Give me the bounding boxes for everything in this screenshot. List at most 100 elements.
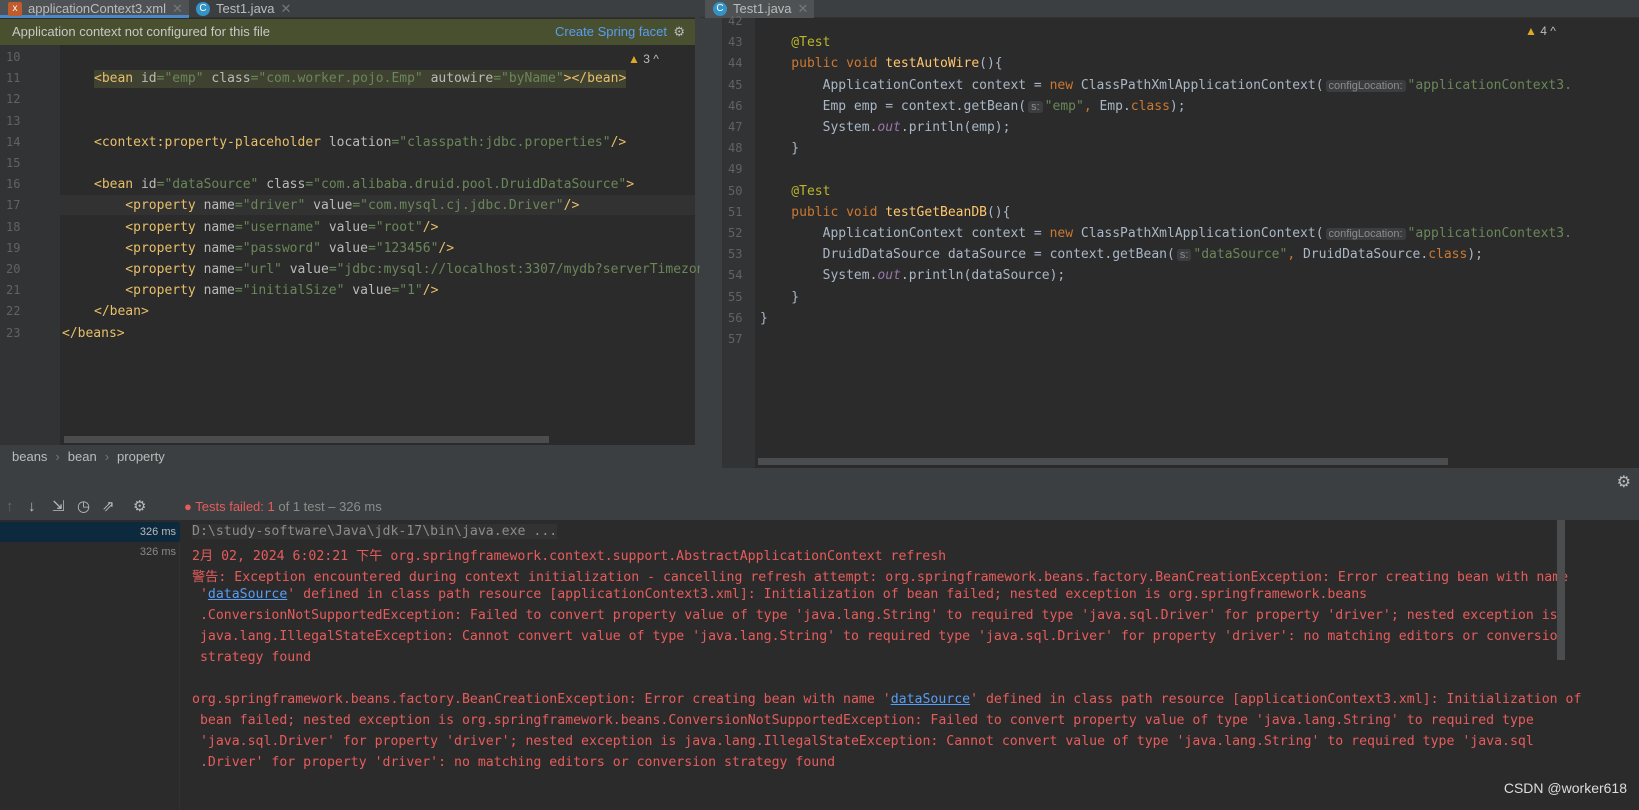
code-token: />: [422, 283, 439, 299]
code-token: Emp.: [1099, 98, 1131, 114]
code-token: .println(dataSource);: [900, 268, 1066, 284]
console-text: 警告: Exception encountered during context…: [192, 570, 1569, 585]
warnings-indicator[interactable]: ▲ 3 ^: [628, 52, 659, 66]
code-token: class: [266, 177, 306, 193]
code-token: >: [626, 177, 635, 193]
code-line: public void testAutoWire(){: [760, 55, 1002, 73]
code-token: <context:property-placeholder: [94, 134, 329, 150]
code-line: DruidDataSource dataSource = context.get…: [760, 246, 1483, 264]
watermark: CSDN @worker618: [1503, 780, 1627, 796]
left-editor[interactable]: 10 11 <bean id="emp" class="com.worker.poj…: [0, 45, 712, 445]
test-tree-row[interactable]: 326 ms: [0, 542, 180, 562]
code-token: "applicationContext3.: [1407, 77, 1572, 93]
parameter-hint: s:: [1176, 249, 1192, 262]
code-token: ="classpath:jdbc.properties": [391, 134, 611, 150]
code-token: "emp": [1044, 98, 1084, 114]
gear-icon[interactable]: ⚙: [673, 19, 685, 45]
code-token: </bean>: [94, 304, 149, 320]
export-icon[interactable]: ⇗: [102, 494, 115, 520]
code-token: autowire: [430, 71, 494, 87]
code-token: DruidDataSource dataSource = context.get…: [760, 247, 1175, 263]
code-token: <bean: [94, 177, 141, 193]
datasource-link[interactable]: dataSource: [891, 692, 970, 707]
console-text: D:\study-software\Java\jdk-17\bin\java.e…: [192, 524, 558, 539]
tab-test1-java[interactable]: C Test1.java ✕: [188, 0, 297, 18]
code-token: System.: [760, 120, 878, 135]
history-icon[interactable]: ◷: [77, 494, 90, 520]
code-token: ></bean>: [563, 71, 627, 87]
code-token: <property: [94, 283, 204, 299]
code-token: .println(emp);: [900, 120, 1011, 135]
xml-file-icon: x: [8, 2, 22, 16]
arrow-down-icon[interactable]: ↓: [28, 494, 36, 520]
line-number: 53: [728, 247, 743, 262]
code-token: class: [1428, 247, 1468, 263]
code-token: id: [140, 71, 157, 87]
console-text: java.lang.IllegalStateException: Cannot …: [192, 629, 1566, 644]
breadcrumb-property[interactable]: property: [117, 449, 165, 464]
code-token: }: [760, 141, 800, 157]
code-token: ClassPathXmlApplicationContext(: [1080, 226, 1324, 241]
console-text: ': [192, 587, 208, 602]
close-icon[interactable]: ✕: [172, 1, 183, 16]
code-line: }: [760, 310, 768, 328]
settings-icon[interactable]: ⚙: [133, 494, 146, 520]
code-token: System.: [760, 268, 878, 284]
line-number: 16: [6, 177, 21, 192]
gear-icon[interactable]: ⚙: [1617, 472, 1631, 492]
code-line: }: [760, 140, 799, 158]
code-token: testAutoWire: [885, 56, 980, 72]
code-token: <property: [94, 219, 204, 235]
right-editor[interactable]: 42 43 @Test 44 public void testAutoWire(){…: [700, 14, 1639, 458]
horizontal-scrollbar[interactable]: [64, 436, 549, 443]
code-token: new: [1049, 77, 1081, 93]
close-icon[interactable]: ✕: [798, 1, 809, 16]
console-output[interactable]: D:\study-software\Java\jdk-17\bin\java.e…: [180, 520, 1581, 810]
code-token: name: [203, 240, 235, 256]
code-token: "applicationContext3.: [1407, 226, 1572, 241]
datasource-link[interactable]: dataSource: [208, 587, 287, 602]
code-line: <property name="password" value="123456"…: [94, 240, 454, 258]
horizontal-scrollbar[interactable]: [758, 458, 1448, 465]
code-line: ApplicationContext context = new ClassPa…: [760, 77, 1572, 95]
line-number: 52: [728, 226, 743, 240]
code-token: />: [422, 219, 439, 235]
code-token: ,: [1287, 247, 1303, 263]
test-status: ● Tests failed: 1 of 1 test – 326 ms: [184, 499, 382, 514]
line-number: 56: [728, 310, 743, 325]
tab-bar: x applicationContext3.xml ✕ C Test1.java ✕ C…: [0, 0, 1639, 18]
code-token: ="username": [234, 219, 329, 235]
arrow-up-icon[interactable]: ↑: [6, 494, 14, 520]
code-token: @Test: [760, 35, 831, 51]
code-token: name: [203, 283, 235, 299]
collapse-icon[interactable]: ⇲: [52, 494, 65, 520]
line-number: 46: [728, 98, 743, 113]
code-token: name: [203, 198, 235, 214]
code-line: Emp emp = context.getBean(s: "emp", Emp.c…: [760, 98, 1186, 116]
test-tree-row[interactable]: 326 ms: [0, 522, 180, 542]
parameter-hint: configLocation:: [1325, 228, 1406, 240]
code-token: />: [563, 198, 580, 214]
code-token: ="dataSource": [156, 177, 267, 193]
code-token: ="initialSize": [234, 283, 353, 299]
close-icon[interactable]: ✕: [281, 1, 292, 16]
code-token: );: [1169, 98, 1186, 114]
test-toolbar: ↑ ↓ ⇲ ◷ ⇗ ⚙ ● Tests failed: 1 of 1 test …: [0, 494, 1639, 520]
code-line: @Test: [760, 183, 830, 201]
console-text: ' defined in class path resource [applic…: [287, 587, 1368, 602]
vertical-scrollbar[interactable]: [1557, 520, 1565, 660]
breadcrumb-bean[interactable]: bean: [68, 449, 97, 464]
breadcrumb-beans[interactable]: beans: [12, 449, 47, 464]
code-token: ="com.alibaba.druid.pool.DruidDataSource…: [305, 177, 627, 193]
warnings-indicator[interactable]: ▲ 4 ^: [1525, 24, 1556, 38]
tab-applicationcontext3-xml[interactable]: x applicationContext3.xml ✕: [0, 0, 189, 18]
line-number: 13: [6, 113, 21, 128]
code-token: />: [438, 240, 455, 256]
tab-test1-java-right[interactable]: C Test1.java ✕: [705, 0, 815, 18]
code-token: <property: [94, 198, 204, 214]
code-token: ApplicationContext context =: [760, 226, 1050, 241]
console-line: .ConversionNotSupportedException: Failed…: [192, 608, 1558, 623]
parameter-hint: configLocation:: [1325, 79, 1406, 92]
code-token: value: [289, 262, 329, 277]
create-spring-facet-link[interactable]: Create Spring facet: [555, 19, 667, 45]
